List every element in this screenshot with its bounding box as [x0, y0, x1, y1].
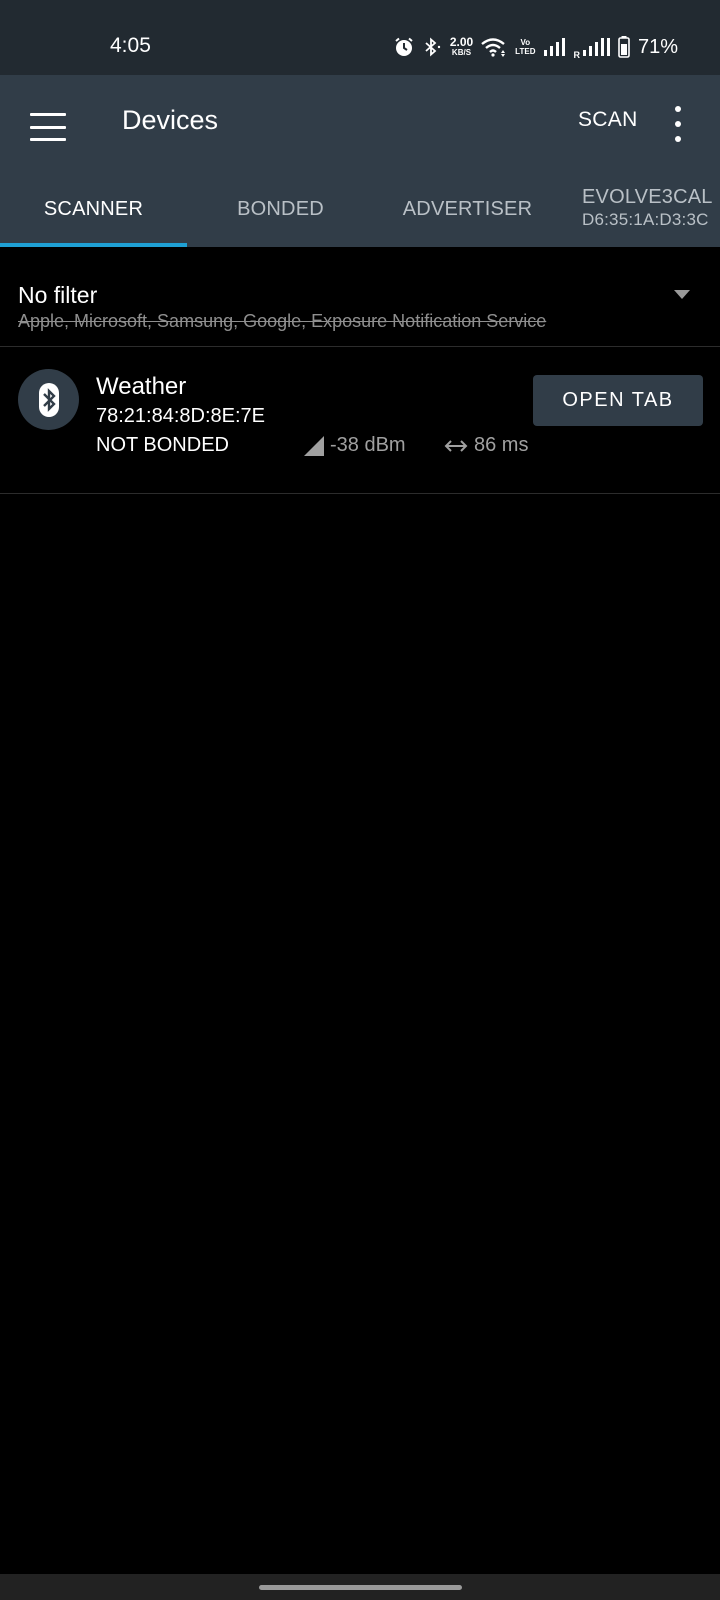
device-list-item[interactable]: Weather 78:21:84:8D:8E:7E NOT BONDED -38…: [0, 347, 720, 494]
filter-title: No filter: [18, 282, 98, 308]
volte-indicator: Vo LTED: [515, 38, 535, 56]
tab-device-address: D6:35:1A:D3:3C: [582, 210, 709, 229]
signal-roaming-icon: [582, 38, 610, 56]
status-bar: 4:05 2.00 KB/S Vo LTED R 71%: [0, 0, 720, 75]
device-interval-value: 86 ms: [474, 434, 529, 456]
device-address: 78:21:84:8D:8E:7E: [96, 405, 266, 427]
signal-strength-icon: [304, 435, 324, 456]
tab-advertiser[interactable]: ADVERTISER: [374, 172, 561, 247]
volte-top: Vo: [520, 38, 531, 47]
battery-icon: [618, 36, 630, 58]
battery-percentage: 71%: [637, 35, 678, 58]
filter-excluded-list: Apple, Microsoft, Samsung, Google, Expos…: [18, 311, 547, 331]
device-name: Weather: [96, 373, 187, 400]
open-tab-button[interactable]: OPEN TAB: [533, 375, 703, 426]
page-title: Devices: [122, 105, 219, 135]
network-speed: 2.00 KB/S: [449, 35, 474, 57]
device-bond-state: NOT BONDED: [96, 434, 229, 456]
bluetooth-icon: [18, 369, 79, 430]
overflow-icon[interactable]: [668, 106, 688, 142]
scan-button[interactable]: SCAN: [578, 108, 638, 132]
navigation-bar: [0, 1574, 720, 1600]
gesture-handle[interactable]: [259, 1585, 462, 1590]
app-bar: Devices SCAN SCANNER BONDED ADVERTISER E…: [0, 75, 720, 247]
dropdown-arrow-icon[interactable]: [674, 290, 690, 299]
bluetooth-icon: [425, 37, 441, 57]
interval-arrows-icon: [444, 439, 468, 452]
filter-selector[interactable]: No filter Apple, Microsoft, Samsung, Goo…: [0, 247, 720, 347]
status-icons: 2.00 KB/S Vo LTED R 71%: [394, 34, 678, 60]
wifi-icon: [481, 38, 506, 57]
menu-icon[interactable]: [28, 109, 68, 145]
device-rssi-value: -38 dBm: [330, 434, 406, 456]
device-interval: 86 ms: [444, 434, 528, 457]
alarm-icon: [395, 37, 413, 56]
network-speed-unit: KB/S: [451, 48, 472, 57]
tab-scanner[interactable]: SCANNER: [0, 172, 187, 247]
network-speed-value: 2.00: [449, 35, 474, 49]
volte-bottom: LTED: [515, 47, 536, 56]
tab-device[interactable]: EVOLVE3CAL D6:35:1A:D3:3C: [582, 172, 720, 247]
device-rssi: -38 dBm: [304, 434, 406, 457]
tab-bonded[interactable]: BONDED: [187, 172, 374, 247]
tab-bar: SCANNER BONDED ADVERTISER EVOLVE3CAL D6:…: [0, 172, 720, 247]
roaming-indicator: R: [573, 50, 580, 60]
tab-device-name: EVOLVE3CAL: [582, 186, 713, 208]
status-time: 4:05: [110, 34, 151, 57]
signal-icon: [544, 38, 566, 56]
